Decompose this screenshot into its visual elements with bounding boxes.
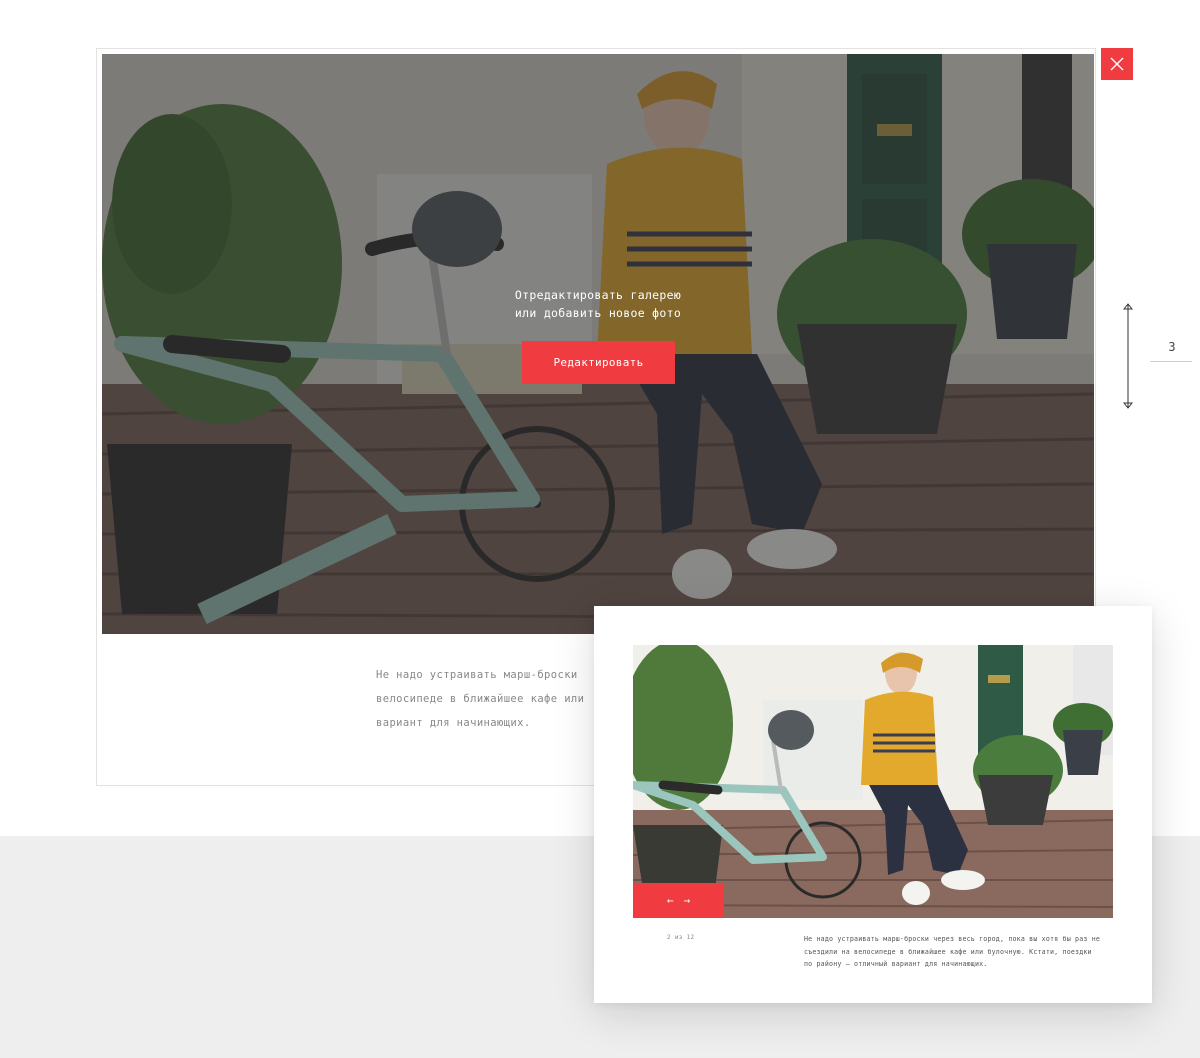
slider-nav: ← → bbox=[633, 883, 724, 918]
preview-photo bbox=[633, 645, 1113, 918]
vertical-resize-icon[interactable] bbox=[1121, 302, 1135, 410]
next-arrow-button[interactable]: → bbox=[684, 894, 691, 907]
preview-caption: Не надо устраивать марш-броски через вес… bbox=[804, 935, 1101, 968]
prev-arrow-button[interactable]: ← bbox=[667, 894, 674, 907]
edit-gallery-hint-line2: или добавить новое фото bbox=[514, 306, 682, 320]
slide-counter: 2 из 12 bbox=[667, 934, 695, 941]
gallery-preview-card: ← → 2 из 12 Не надо устраивать марш-брос… bbox=[594, 606, 1152, 1003]
close-icon bbox=[1110, 57, 1124, 71]
edit-gallery-button[interactable]: Редактировать bbox=[522, 341, 675, 384]
close-button[interactable] bbox=[1101, 48, 1133, 80]
preview-photo-illustration bbox=[633, 645, 1113, 918]
height-value-underline bbox=[1150, 361, 1192, 362]
gallery-photo: Отредактировать галерею или добавить нов… bbox=[102, 54, 1094, 634]
height-value: 3 bbox=[1168, 340, 1176, 354]
edit-gallery-hint-line1: Отредактировать галерею bbox=[514, 288, 682, 302]
edit-gallery-hint: Отредактировать галерею или добавить нов… bbox=[102, 286, 1094, 322]
